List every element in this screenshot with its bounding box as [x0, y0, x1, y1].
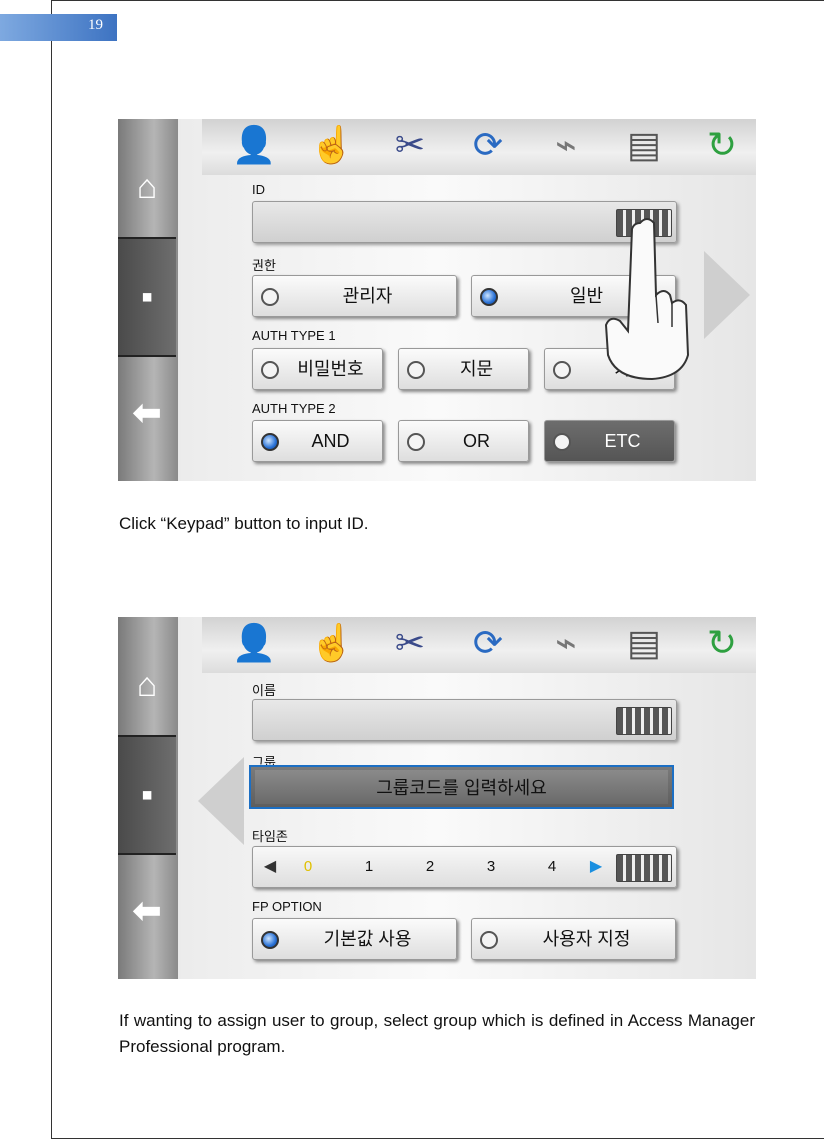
- name-label: 이름: [252, 683, 276, 698]
- refresh-icon[interactable]: ↻: [698, 619, 746, 667]
- group-placeholder: 그룹코드를 입력하세요: [255, 770, 668, 804]
- radio-selected-icon: [261, 931, 279, 949]
- timezone-value[interactable]: 4: [537, 847, 567, 887]
- next-arrow-icon[interactable]: [704, 251, 750, 339]
- tools-icon[interactable]: ✂: [386, 619, 434, 667]
- timezone-prev-icon[interactable]: ◀: [255, 847, 285, 887]
- radio-icon: [553, 361, 571, 379]
- save-icon[interactable]: ▪: [118, 735, 176, 855]
- radio-selected-icon: [261, 433, 279, 451]
- home-icon[interactable]: ⌂: [118, 627, 176, 743]
- caption-group: If wanting to assign user to group, sele…: [119, 1011, 755, 1056]
- fingerprint-icon[interactable]: ☝: [308, 619, 356, 667]
- keypad-icon[interactable]: [616, 854, 672, 882]
- radio-icon: [553, 433, 571, 451]
- auth-fingerprint-button[interactable]: 지문: [398, 348, 529, 390]
- network-icon[interactable]: ⟳: [464, 121, 512, 169]
- page-number: 19: [88, 17, 103, 33]
- button-label: 기본값 사용: [323, 929, 412, 949]
- pointing-hand-icon: [604, 218, 690, 381]
- keypad-icon[interactable]: [616, 707, 672, 735]
- usb-icon[interactable]: ⌁: [542, 121, 590, 169]
- fp-option-label: FP OPTION: [252, 899, 322, 914]
- screenshot-user-group: 👤 ☝ ✂ ⟳ ⌁ ▤ ↻ ⌂ ▪ ⬅ 이름 그룹 그룹코드를 입력하세요 타임…: [118, 617, 756, 979]
- caption-keypad: Click “Keypad” button to input ID.: [119, 514, 369, 533]
- page-border-left: [51, 0, 52, 1139]
- back-icon[interactable]: ⬅: [118, 355, 176, 471]
- button-label: 관리자: [342, 286, 393, 306]
- timezone-value[interactable]: 1: [354, 847, 384, 887]
- network-icon[interactable]: ⟳: [464, 619, 512, 667]
- timezone-next-icon[interactable]: ▶: [581, 847, 611, 887]
- radio-selected-icon: [480, 288, 498, 306]
- radio-icon: [261, 361, 279, 379]
- auth-type1-label: AUTH TYPE 1: [252, 328, 336, 343]
- toolbar: 👤 ☝ ✂ ⟳ ⌁ ▤ ↻: [202, 617, 756, 673]
- back-icon[interactable]: ⬅: [118, 853, 176, 969]
- name-field[interactable]: [252, 699, 677, 741]
- timezone-label: 타임존: [252, 829, 288, 844]
- page-number-tab: 19: [0, 14, 117, 41]
- button-label: 지문: [459, 359, 494, 379]
- page-border-bottom: [51, 1138, 824, 1139]
- button-label: 비밀번호: [297, 359, 364, 379]
- auth-etc-button[interactable]: ETC: [544, 420, 675, 462]
- permission-admin-button[interactable]: 관리자: [252, 275, 457, 317]
- auth-type2-label: AUTH TYPE 2: [252, 401, 336, 416]
- home-icon[interactable]: ⌂: [118, 129, 176, 245]
- fingerprint-icon[interactable]: ☝: [308, 121, 356, 169]
- timezone-value[interactable]: 0: [293, 847, 323, 887]
- refresh-icon[interactable]: ↻: [698, 121, 746, 169]
- group-field[interactable]: 그룹코드를 입력하세요: [249, 765, 674, 809]
- radio-icon: [407, 433, 425, 451]
- permission-label: 권한: [252, 258, 276, 273]
- user-icon[interactable]: 👤: [230, 619, 278, 667]
- usb-icon[interactable]: ⌁: [542, 619, 590, 667]
- radio-icon: [480, 931, 498, 949]
- id-label: ID: [252, 182, 265, 197]
- timezone-value[interactable]: 2: [415, 847, 445, 887]
- button-label: 사용자 지정: [542, 929, 631, 949]
- previous-arrow-icon[interactable]: [198, 757, 244, 845]
- auth-or-button[interactable]: OR: [398, 420, 529, 462]
- page-border-top: [51, 0, 824, 1]
- tools-icon[interactable]: ✂: [386, 121, 434, 169]
- timezone-selector[interactable]: ◀ 0 1 2 3 4 ▶: [252, 846, 677, 888]
- screenshot-user-id: 👤 ☝ ✂ ⟳ ⌁ ▤ ↻ ⌂ ▪ ⬅ ID 권한 관리자 일반 AUTH TY…: [118, 119, 756, 481]
- printer-icon[interactable]: ▤: [620, 121, 668, 169]
- auth-and-button[interactable]: AND: [252, 420, 383, 462]
- timezone-value[interactable]: 3: [476, 847, 506, 887]
- printer-icon[interactable]: ▤: [620, 619, 668, 667]
- radio-icon: [407, 361, 425, 379]
- auth-password-button[interactable]: 비밀번호: [252, 348, 383, 390]
- button-label: AND: [311, 431, 350, 451]
- radio-icon: [261, 288, 279, 306]
- toolbar: 👤 ☝ ✂ ⟳ ⌁ ▤ ↻: [202, 119, 756, 175]
- sidebar: ⌂ ▪ ⬅: [118, 617, 178, 979]
- save-icon[interactable]: ▪: [118, 237, 176, 357]
- button-label: OR: [463, 431, 490, 451]
- sidebar: ⌂ ▪ ⬅: [118, 119, 178, 481]
- fp-default-button[interactable]: 기본값 사용: [252, 918, 457, 960]
- button-label: ETC: [604, 431, 641, 451]
- user-icon[interactable]: 👤: [230, 121, 278, 169]
- fp-custom-button[interactable]: 사용자 지정: [471, 918, 676, 960]
